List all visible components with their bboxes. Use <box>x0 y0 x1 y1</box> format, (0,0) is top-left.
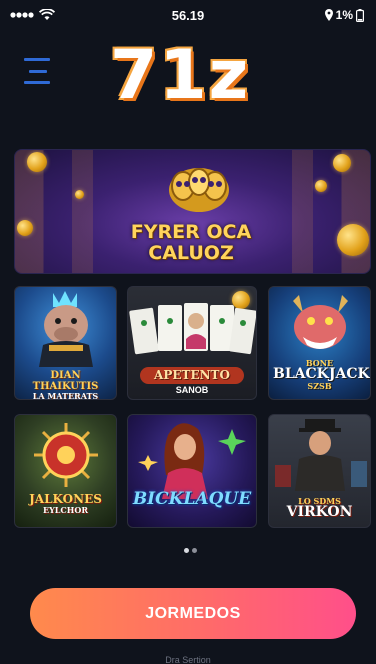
battery-icon <box>356 8 364 22</box>
status-bar: 1% <box>0 0 376 30</box>
coin-icon <box>75 190 84 199</box>
game-tile-6[interactable]: LO SDMS VIRKON <box>268 414 371 528</box>
playing-cards-icon <box>129 303 256 355</box>
game-tile-5[interactable]: BICKLAQUE <box>127 414 257 528</box>
pager-dot-active[interactable] <box>184 547 189 553</box>
pager-dot[interactable] <box>192 547 197 553</box>
banner-title-line1: FYRER OCA <box>130 221 252 243</box>
coin-icon <box>17 220 33 236</box>
app-logo: 71z <box>110 36 251 115</box>
game-1-subtitle-text: LA MATERATS <box>32 391 99 400</box>
coin-icon <box>315 180 327 192</box>
skull-emblem-icon <box>169 168 229 212</box>
gentleman-character-icon <box>275 419 367 491</box>
woman-character-icon <box>138 423 246 499</box>
game-3-title: BONE BLACKJACK SZSB <box>273 359 370 392</box>
game-4-subtitle-text: EYLCHOR <box>43 504 88 515</box>
hamburger-menu-icon[interactable] <box>22 56 52 86</box>
monster-character-icon <box>293 295 348 349</box>
game-3-title-text: BLACKJACK <box>273 366 370 383</box>
status-left <box>10 9 55 21</box>
game-tile-4[interactable]: JALKONES EYLCHOR <box>14 414 117 528</box>
game-4-title-text: JALKONES <box>29 492 102 506</box>
game-1-title: DIAN THAIKUTIS LA MATERATS <box>19 370 112 400</box>
game-4-title: JALKONES EYLCHOR <box>19 493 112 514</box>
game-2-title-text: APETENTO <box>140 367 244 384</box>
battery-percent: 1% <box>335 8 353 22</box>
game-6-title: LO SDMS VIRKON <box>273 497 366 520</box>
banner-title-line2: CALUOZ <box>148 242 234 264</box>
bottom-section-label: Dra Sertion <box>165 655 211 664</box>
status-right: 1% <box>324 8 364 22</box>
game-tile-2[interactable]: APETENTO SANOB <box>127 286 257 400</box>
coin-icon <box>333 154 351 172</box>
primary-cta-button[interactable]: JORMEDOS <box>30 588 356 639</box>
carousel-pager[interactable] <box>184 545 204 555</box>
game-1-title-text: DIAN THAIKUTIS <box>32 370 99 392</box>
sun-emblem-icon <box>34 423 98 487</box>
game-2-subtitle-text: SANOB <box>175 384 209 395</box>
game-5-title-text: BICKLAQUE <box>132 489 252 509</box>
bulldog-character-icon <box>39 291 93 367</box>
signal-icon <box>10 12 34 18</box>
location-icon <box>324 9 333 21</box>
banner-title: FYRER OCA CALUOZ <box>110 222 272 264</box>
coin-icon <box>337 224 369 256</box>
game-6-title-text: VIRKON <box>286 504 353 521</box>
header: 71z <box>0 34 376 114</box>
game-3-sub-bottom: SZSB <box>307 381 332 392</box>
wifi-icon <box>39 9 55 20</box>
coin-icon <box>27 152 47 172</box>
game-tile-3[interactable]: BONE BLACKJACK SZSB <box>268 286 371 400</box>
game-5-title: BICKLAQUE <box>132 489 252 509</box>
game-tile-1[interactable]: DIAN THAIKUTIS LA MATERATS <box>14 286 117 400</box>
game-2-title: APETENTO SANOB <box>132 367 252 395</box>
